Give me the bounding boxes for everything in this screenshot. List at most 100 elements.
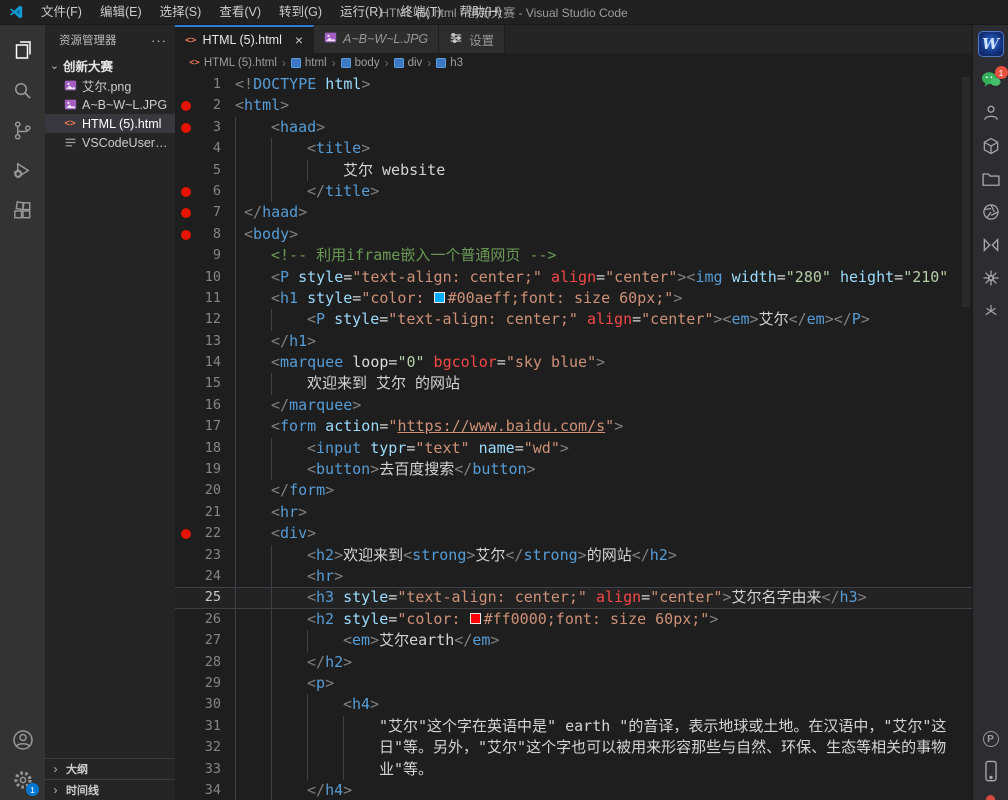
breakpoint-gutter[interactable] <box>180 74 194 95</box>
code-line[interactable]: 4<title> <box>175 138 972 159</box>
breakpoint-gutter[interactable] <box>180 694 194 715</box>
breakpoint-dot[interactable] <box>180 181 194 202</box>
code-line[interactable]: 11<h1 style="color: #00aeff;font: size 6… <box>175 288 972 309</box>
code-line[interactable]: 16</marquee> <box>175 395 972 416</box>
code-line[interactable]: 20</form> <box>175 480 972 501</box>
breakpoint-gutter[interactable] <box>180 309 194 330</box>
breakpoint-gutter[interactable] <box>180 545 194 566</box>
code-line[interactable]: 14<marquee loop="0" bgcolor="sky blue"> <box>175 352 972 373</box>
explorer-file[interactable]: VSCodeUserSetup-x6... <box>45 133 175 152</box>
breakpoint-gutter[interactable] <box>180 759 194 780</box>
circled-p-icon[interactable]: P <box>983 731 999 747</box>
breakpoint-gutter[interactable] <box>180 459 194 480</box>
code-line[interactable]: 27<em>艾尔earth</em> <box>175 630 972 651</box>
code-line[interactable]: 7</haad> <box>175 202 972 223</box>
settings-gear-icon[interactable]: 1 <box>0 760 45 800</box>
breakpoint-dot[interactable] <box>180 224 194 245</box>
code-line[interactable]: 23<h2>欢迎来到<strong>艾尔</strong>的网站</h2> <box>175 545 972 566</box>
code-line[interactable]: 34</h4> <box>175 780 972 800</box>
breakpoint-dot[interactable] <box>180 95 194 116</box>
code-line[interactable]: 29<p> <box>175 673 972 694</box>
code-line[interactable]: 19<button>去百度搜索</button> <box>175 459 972 480</box>
explorer-file[interactable]: 艾尔.png <box>45 76 175 95</box>
search-icon[interactable] <box>0 70 45 110</box>
breakpoint-gutter[interactable] <box>180 245 194 266</box>
more-actions-icon[interactable]: ··· <box>151 33 167 48</box>
breakpoint-gutter[interactable] <box>180 438 194 459</box>
outline-section[interactable]: › 大纲 <box>45 758 175 779</box>
code-line[interactable]: 30<h4> <box>175 694 972 715</box>
run-debug-icon[interactable] <box>0 150 45 190</box>
close-icon[interactable]: × <box>295 33 303 47</box>
breakpoint-gutter[interactable] <box>180 395 194 416</box>
code-line[interactable]: 24<hr> <box>175 566 972 587</box>
menu-item[interactable]: 编辑(E) <box>91 0 151 25</box>
code-line[interactable]: 17<form action="https://www.baidu.com/s"… <box>175 416 972 437</box>
code-line[interactable]: 21<hr> <box>175 502 972 523</box>
tab-settings[interactable]: 设置 <box>439 25 505 53</box>
code-line[interactable]: 8<body> <box>175 224 972 245</box>
code-line[interactable]: 28</h2> <box>175 652 972 673</box>
menu-item[interactable]: 查看(V) <box>210 0 270 25</box>
explorer-icon[interactable] <box>0 30 45 70</box>
wechat-icon[interactable]: 1 <box>980 70 1002 90</box>
breakpoint-gutter[interactable] <box>180 331 194 352</box>
breakpoint-gutter[interactable] <box>180 373 194 394</box>
camera-aperture-icon[interactable] <box>980 202 1002 222</box>
breadcrumb-item[interactable]: body <box>341 57 380 69</box>
butterfly-icon[interactable] <box>980 235 1002 255</box>
breakpoint-gutter[interactable] <box>180 480 194 501</box>
code-line[interactable]: 13</h1> <box>175 331 972 352</box>
code-line[interactable]: 18<input typr="text" name="wd"> <box>175 438 972 459</box>
menu-item[interactable]: 运行(R) <box>331 0 391 25</box>
breakpoint-dot[interactable] <box>180 523 194 544</box>
breakpoint-gutter[interactable] <box>180 673 194 694</box>
breakpoint-gutter[interactable] <box>180 416 194 437</box>
code-line[interactable]: 9<!-- 利用iframe嵌入一个普通网页 --> <box>175 245 972 266</box>
folder-row[interactable]: ⌄ 创新大赛 <box>45 55 175 76</box>
app-logo-w[interactable]: W <box>978 31 1004 57</box>
breakpoint-gutter[interactable] <box>180 737 194 758</box>
breakpoint-gutter[interactable] <box>180 780 194 800</box>
breadcrumb-item[interactable]: <>HTML (5).html <box>189 57 277 69</box>
code-line[interactable]: 32日"等。另外，"艾尔"这个字也可以被用来形容那些与自然、环保、生态等相关的事… <box>175 737 972 758</box>
code-line[interactable]: 10<P style="text-align: center;" align="… <box>175 267 972 288</box>
flower-gear-icon[interactable] <box>980 268 1002 288</box>
code-line[interactable]: 15欢迎来到 艾尔 的网站 <box>175 373 972 394</box>
menu-item[interactable]: 选择(S) <box>151 0 211 25</box>
code-line[interactable]: 33业"等。 <box>175 759 972 780</box>
breakpoint-gutter[interactable] <box>180 609 194 630</box>
extensions-icon[interactable] <box>0 190 45 230</box>
timeline-section[interactable]: › 时间线 <box>45 779 175 800</box>
breakpoint-dot[interactable] <box>180 117 194 138</box>
breakpoint-gutter[interactable] <box>180 288 194 309</box>
breakpoint-gutter[interactable] <box>180 630 194 651</box>
code-line[interactable]: 2<html> <box>175 95 972 116</box>
menu-item[interactable]: 终端(T) <box>391 0 450 25</box>
code-line[interactable]: 22<div> <box>175 523 972 544</box>
code-line[interactable]: 5艾尔 website <box>175 160 972 181</box>
breakpoint-gutter[interactable] <box>180 566 194 587</box>
breakpoint-gutter[interactable] <box>180 267 194 288</box>
breakpoint-gutter[interactable] <box>180 587 194 608</box>
code-line[interactable]: 1<!DOCTYPE html> <box>175 74 972 95</box>
breakpoint-gutter[interactable] <box>180 160 194 181</box>
sparkle-icon[interactable] <box>980 301 1002 321</box>
folder-icon[interactable] <box>980 169 1002 189</box>
menu-item[interactable]: 转到(G) <box>270 0 331 25</box>
code-line[interactable]: 31"艾尔"这个字在英语中是" earth "的音译，表示地球或土地。在汉语中，… <box>175 716 972 737</box>
breadcrumb-item[interactable]: h3 <box>436 57 463 69</box>
menu-item[interactable]: 文件(F) <box>32 0 91 25</box>
breakpoint-gutter[interactable] <box>180 352 194 373</box>
tab-html-file[interactable]: <> HTML (5).html × <box>175 25 314 53</box>
phone-icon[interactable] <box>980 761 1002 781</box>
editor-scrollbar[interactable] <box>962 77 970 307</box>
cube-icon[interactable] <box>980 136 1002 156</box>
tab-image-file[interactable]: A~B~W~L.JPG <box>314 25 439 53</box>
user-icon[interactable] <box>980 103 1002 123</box>
explorer-file[interactable]: <>HTML (5).html <box>45 114 175 133</box>
code-line[interactable]: 26<h2 style="color: #ff0000;font: size 6… <box>175 609 972 630</box>
breakpoint-gutter[interactable] <box>180 716 194 737</box>
account-icon[interactable] <box>0 720 45 760</box>
code-line[interactable]: 6</title> <box>175 181 972 202</box>
